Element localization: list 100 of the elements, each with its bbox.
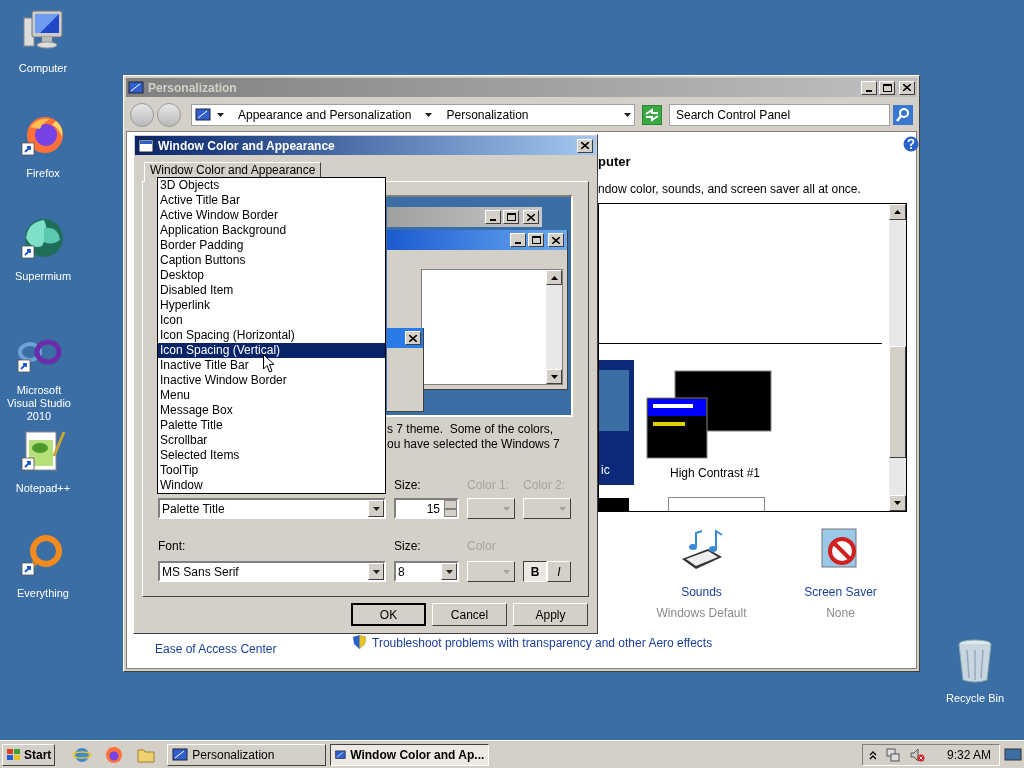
search-field[interactable]: Search Control Panel [669,104,890,126]
see-also-link[interactable]: Ease of Access Center [155,640,277,658]
list-option[interactable]: Scrollbar [158,433,385,448]
minimize-button[interactable] [510,233,526,247]
desktop-shortcut[interactable]: Notepad++ [4,428,82,495]
dialog-button[interactable]: OK [351,603,426,626]
italic-button[interactable]: I [547,561,571,582]
maximize-button[interactable] [528,233,544,247]
list-option[interactable]: Inactive Title Bar [158,358,385,373]
chevron-up-icon[interactable] [868,749,877,760]
list-option[interactable]: Icon Spacing (Horizontal) [158,328,385,343]
address-bar[interactable]: Appearance and Personalization Personalization [191,104,635,126]
dialog-button[interactable]: Cancel [432,603,507,626]
list-option[interactable]: Palette Title [158,418,385,433]
close-button[interactable] [899,80,915,95]
theme-preview [599,497,629,511]
desktop-shortcut[interactable]: Supermium [4,216,82,283]
list-option[interactable]: ToolTip [158,463,385,478]
dialog-button[interactable]: Apply [513,603,588,626]
close-button[interactable] [548,233,564,247]
refresh-button[interactable] [642,105,662,125]
desktop-shortcut[interactable]: Firefox [4,113,82,180]
notepad-icon [20,428,66,474]
minimize-button[interactable] [485,210,501,224]
setting-link[interactable]: Sounds [681,583,722,601]
theme-label[interactable]: High Contrast #1 [669,463,760,482]
scrollbar[interactable] [889,203,906,511]
list-option[interactable]: Active Title Bar [158,193,385,208]
field-label: Size: [394,477,422,494]
theme-list[interactable]: ic High Contrast #1 [598,202,907,512]
dropdown-caret-icon[interactable] [372,506,380,511]
bold-button[interactable]: B [523,561,547,582]
dropdown-list[interactable] [157,177,386,494]
list-option[interactable]: Border Padding [158,238,385,253]
list-option[interactable]: Window [158,478,385,493]
list-option[interactable]: Inactive Window Border [158,373,385,388]
scrollbar-thumb[interactable] [889,345,906,458]
list-option[interactable]: Icon Spacing (Vertical) [158,343,385,358]
desktop-shortcut[interactable]: Microsoft Visual Studio 2010 [0,330,78,423]
maximize-button[interactable] [503,210,519,224]
size-spinner[interactable]: 15 [394,498,459,519]
list-option[interactable]: Disabled Item [158,283,385,298]
start-button[interactable]: Start [2,743,56,766]
description-text: s 7 theme. Some of the colors, [387,422,555,437]
maximize-button[interactable] [879,80,895,95]
network-icon[interactable] [884,746,901,763]
search-icon[interactable] [893,105,913,125]
show-desktop-icon[interactable] [1004,746,1022,763]
control-panel-icon [195,107,211,123]
window-icon [335,747,347,762]
caret-icon[interactable] [217,113,224,117]
breadcrumb-item[interactable]: Appearance and Personalization [238,106,412,124]
field-label: Font: [158,539,186,553]
close-icon [552,236,560,244]
dropdown-field[interactable]: Palette Title [158,498,386,519]
dialog-title: Window Color and Appearance [158,137,336,155]
muted-speaker-icon[interactable] [908,746,925,763]
dropdown-field[interactable]: MS Sans Serif [158,561,386,582]
firefox-icon[interactable] [105,745,124,764]
minimize-button[interactable] [861,80,877,95]
window-title: Personalization [148,79,238,97]
taskbar-button[interactable]: Window Color and Ap... [330,743,490,766]
close-icon [903,84,911,91]
dropdown-field[interactable]: 8 [394,561,459,582]
section-heading: puter [598,153,632,171]
dropdown-caret-icon[interactable] [624,113,631,117]
setting-value: Windows Default [656,605,747,622]
theme-tile[interactable]: ic [599,359,634,485]
control-panel-icon [128,79,144,96]
list-option[interactable]: Active Window Border [158,208,385,223]
list-option[interactable]: Caption Buttons [158,253,385,268]
taskbar-button[interactable]: Personalization [167,743,327,766]
caret-icon[interactable] [425,113,433,117]
close-button[interactable] [523,210,539,224]
dropdown-caret-icon[interactable] [445,569,453,574]
scroll-up-icon [550,275,558,280]
list-option[interactable]: Message Box [158,403,385,418]
window-icon [138,138,154,153]
setting-value: None [826,605,855,622]
description-text: ou have selected the Windows 7 [387,437,561,452]
list-option[interactable]: Icon [158,313,385,328]
close-button[interactable] [405,331,421,345]
caret-icon [503,506,510,511]
theme-preview[interactable] [646,369,772,460]
list-option[interactable]: Hyperlink [158,298,385,313]
list-option[interactable]: Selected Items [158,448,385,463]
breadcrumb-item[interactable]: Personalization [446,106,529,124]
help-icon[interactable] [903,136,919,152]
dropdown-caret-icon[interactable] [372,569,380,574]
section-description: ndow color, sounds, and screen saver all at once. [598,180,862,198]
list-option[interactable]: Application Background [158,223,385,238]
desktop-shortcut[interactable]: Computer [4,8,82,75]
scroll-down-icon [894,500,901,505]
troubleshoot-link[interactable]: Troubleshoot problems with transparency and other Aero effects [372,634,713,652]
list-option[interactable]: Menu [158,388,385,403]
setting-link[interactable]: Screen Saver [804,583,877,601]
desktop-shortcut[interactable]: Everything [4,533,82,600]
desktop-shortcut[interactable]: Recycle Bin [936,636,1014,705]
list-option[interactable]: Desktop [158,268,385,283]
close-button[interactable] [577,138,593,153]
